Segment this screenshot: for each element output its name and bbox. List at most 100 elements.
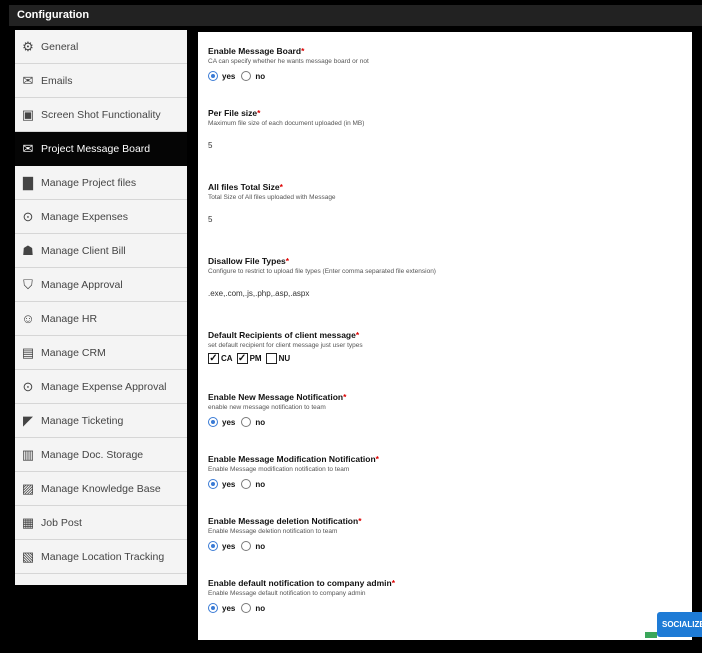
section-description: Configure to restrict to upload file typ… — [208, 268, 436, 275]
page-title: Configuration — [17, 9, 90, 21]
hr-icon: ☺ — [21, 311, 35, 326]
sidebar-item-location-tracking[interactable]: ▧ Manage Location Tracking — [15, 540, 187, 574]
section-title: Enable default notification to company a… — [208, 578, 392, 588]
sidebar-item-doc-storage[interactable]: ▥ Manage Doc. Storage — [15, 438, 187, 472]
section-title: Disallow File Types — [208, 256, 286, 266]
yes-radio[interactable] — [208, 479, 218, 489]
section-description: Total Size of All files uploaded with Me… — [208, 194, 336, 201]
required-marker: * — [279, 182, 283, 192]
sidebar-item-screen-shot[interactable]: ▣ Screen Shot Functionality — [15, 98, 187, 132]
no-label: no — [255, 71, 266, 81]
no-radio[interactable] — [241, 417, 252, 427]
yes-label: yes — [222, 417, 236, 427]
section-description: enable new message notification to team — [208, 404, 326, 411]
section-title: Default Recipients of client message — [208, 330, 356, 340]
sidebar-item-label: Job Post — [41, 516, 82, 529]
required-marker: * — [358, 516, 362, 526]
ca-checkbox[interactable]: ✓ — [208, 353, 219, 364]
money-icon: ⊙ — [22, 209, 34, 224]
per-file-size-value[interactable]: 5 — [208, 141, 686, 150]
new-message-notification-section: Enable New Message Notification* enable … — [208, 392, 686, 427]
yes-radio[interactable] — [208, 603, 218, 613]
disallow-file-types-section: Disallow File Types* Configure to restri… — [208, 256, 686, 298]
all-files-total-size-section: All files Total Size* Total Size of All … — [208, 182, 686, 224]
book-icon: ▨ — [21, 481, 35, 496]
storage-icon: ▥ — [21, 447, 35, 462]
sidebar: ⚙ General ✉ Emails ▣ Screen Shot Functio… — [15, 30, 187, 585]
client-bill-icon: ☗ — [22, 243, 34, 258]
sidebar-item-expense-approval[interactable]: ⊙ Manage Expense Approval — [15, 370, 187, 404]
section-title: Enable Message deletion Notification — [208, 516, 359, 526]
sidebar-item-crm[interactable]: ▤ Manage CRM — [15, 336, 187, 370]
sidebar-item-label: General — [41, 40, 79, 53]
sidebar-item-project-files[interactable]: ▇ Manage Project files — [15, 166, 187, 200]
sidebar-item-job-post[interactable]: ▦ Job Post — [15, 506, 187, 540]
required-marker: * — [301, 46, 305, 56]
envelope-icon: ✉ — [22, 73, 34, 88]
scroll-to-top-indicator[interactable] — [645, 632, 657, 638]
section-description: Enable Message modification notification… — [208, 466, 350, 473]
sidebar-item-expenses[interactable]: ⊙ Manage Expenses — [15, 200, 187, 234]
sidebar-item-project-message-board[interactable]: ✉ Project Message Board — [15, 132, 187, 166]
enable-message-board-section: Enable Message Board* CA can specify whe… — [208, 46, 686, 81]
socialize-button[interactable]: SOCIALIZE — [657, 612, 702, 637]
message-board-icon: ✉ — [22, 141, 34, 156]
yes-label: yes — [222, 71, 236, 81]
sidebar-item-label: Manage Expense Approval — [41, 380, 167, 393]
deletion-notification-section: Enable Message deletion Notification* En… — [208, 516, 686, 551]
megaphone-icon: ◤ — [23, 413, 33, 428]
yes-radio[interactable] — [208, 71, 218, 81]
sidebar-item-emails[interactable]: ✉ Emails — [15, 64, 187, 98]
nu-label: NU — [278, 354, 291, 363]
section-title: Enable Message Board — [208, 46, 302, 56]
shield-check-icon: ⛉ — [23, 277, 33, 292]
no-radio[interactable] — [241, 479, 252, 489]
no-radio[interactable] — [241, 603, 252, 613]
sidebar-item-knowledge-base[interactable]: ▨ Manage Knowledge Base — [15, 472, 187, 506]
sidebar-item-ticketing[interactable]: ◤ Manage Ticketing — [15, 404, 187, 438]
sidebar-item-label: Screen Shot Functionality — [41, 108, 161, 121]
required-marker: * — [343, 392, 347, 402]
sidebar-item-label: Manage Client Bill — [41, 244, 126, 257]
sidebar-item-label: Manage Project files — [41, 176, 137, 189]
yes-label: yes — [222, 541, 236, 551]
map-icon: ▧ — [21, 549, 35, 564]
configuration-header: Configuration — [9, 5, 702, 26]
sidebar-item-label: Manage HR — [41, 312, 98, 325]
expense-approval-icon: ⊙ — [22, 379, 34, 394]
section-title: All files Total Size — [208, 182, 280, 192]
yes-radio[interactable] — [208, 417, 218, 427]
sidebar-item-label: Manage Approval — [41, 278, 123, 291]
sidebar-item-label: Manage CRM — [41, 346, 106, 359]
no-radio[interactable] — [241, 541, 252, 551]
sidebar-item-hr[interactable]: ☺ Manage HR — [15, 302, 187, 336]
job-post-icon: ▦ — [21, 515, 35, 530]
sidebar-item-label: Emails — [41, 74, 73, 87]
all-files-total-size-value[interactable]: 5 — [208, 215, 686, 224]
no-label: no — [255, 417, 266, 427]
section-title: Enable New Message Notification — [208, 392, 344, 402]
sidebar-item-label: Manage Location Tracking — [41, 550, 165, 563]
camera-icon: ▣ — [21, 107, 35, 122]
section-description: CA can specify whether he wants message … — [208, 58, 369, 65]
no-label: no — [255, 603, 266, 613]
nu-checkbox[interactable] — [265, 353, 277, 364]
yes-radio[interactable] — [208, 541, 218, 551]
settings-panel: Enable Message Board* CA can specify whe… — [194, 32, 692, 640]
company-admin-notification-section: Enable default notification to company a… — [208, 578, 686, 613]
required-marker: * — [257, 108, 261, 118]
gear-icon: ⚙ — [22, 39, 34, 54]
sidebar-item-approval[interactable]: ⛉ Manage Approval — [15, 268, 187, 302]
pm-checkbox[interactable]: ✓ — [236, 353, 248, 364]
section-description: Maximum file size of each document uploa… — [208, 120, 365, 127]
sidebar-item-general[interactable]: ⚙ General — [15, 30, 187, 64]
sidebar-item-client-bill[interactable]: ☗ Manage Client Bill — [15, 234, 187, 268]
modification-notification-section: Enable Message Modification Notification… — [208, 454, 686, 489]
pm-label: PM — [249, 354, 262, 363]
section-title: Enable Message Modification Notification — [208, 454, 376, 464]
disallow-file-types-value[interactable]: .exe,.com,.js,.php,.asp,.aspx — [208, 289, 686, 298]
no-radio[interactable] — [241, 71, 252, 81]
section-description: set default recipient for client message… — [208, 342, 363, 349]
ca-label: CA — [221, 354, 233, 363]
sidebar-item-label: Manage Knowledge Base — [41, 482, 161, 495]
